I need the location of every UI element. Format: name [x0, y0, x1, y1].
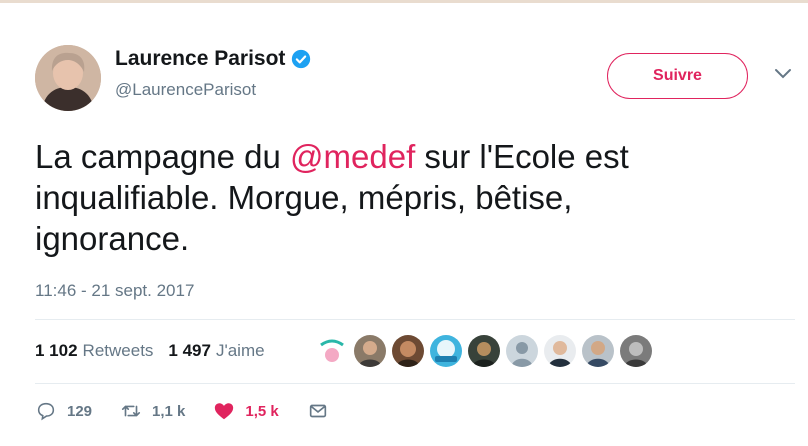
- likes-count[interactable]: 1 497: [168, 341, 211, 361]
- liker-avatar[interactable]: [582, 335, 614, 367]
- liker-avatar[interactable]: [620, 335, 652, 367]
- tweet-actions: 129 1,1 k 1,5 k: [35, 400, 357, 422]
- likes-label[interactable]: J'aime: [216, 341, 265, 361]
- stats-bottom-divider: [35, 383, 795, 384]
- avatar-photo: [35, 45, 101, 111]
- verified-badge-icon: [292, 49, 311, 69]
- liker-avatar[interactable]: [506, 335, 538, 367]
- author-name[interactable]: Laurence Parisot: [115, 47, 285, 71]
- like-count: 1,5 k: [245, 402, 279, 420]
- follow-button[interactable]: Suivre: [607, 53, 748, 99]
- reply-button[interactable]: 129: [35, 400, 92, 422]
- tweet-text: La campagne du @medef sur l'Ecole est in…: [35, 136, 735, 259]
- liker-avatar[interactable]: [468, 335, 500, 367]
- author-name-row: Laurence Parisot: [115, 47, 311, 71]
- avatar[interactable]: [35, 45, 101, 111]
- message-icon: [309, 404, 326, 418]
- like-button[interactable]: 1,5 k: [213, 400, 279, 422]
- liker-avatar[interactable]: [544, 335, 576, 367]
- stats-top-divider: [35, 319, 795, 320]
- retweets-count[interactable]: 1 102: [35, 341, 78, 361]
- retweet-icon: [121, 405, 141, 417]
- reply-count: 129: [67, 402, 93, 420]
- tweet-text-start: La campagne du: [35, 138, 291, 175]
- mention-link[interactable]: @medef: [290, 138, 415, 175]
- retweets-label[interactable]: Retweets: [83, 341, 154, 361]
- liker-avatar[interactable]: [392, 335, 424, 367]
- top-divider: [0, 0, 808, 3]
- chevron-down-icon[interactable]: [774, 68, 792, 80]
- liker-avatar[interactable]: [430, 335, 462, 367]
- direct-message-button[interactable]: [307, 400, 329, 422]
- retweet-button[interactable]: 1,1 k: [120, 400, 185, 422]
- author-handle[interactable]: @LaurenceParisot: [115, 80, 256, 100]
- tweet-timestamp[interactable]: 11:46 - 21 sept. 2017: [35, 281, 194, 301]
- liker-avatar[interactable]: [316, 335, 348, 367]
- liker-avatar[interactable]: [354, 335, 386, 367]
- heart-icon: [215, 403, 234, 420]
- retweet-count: 1,1 k: [152, 402, 186, 420]
- reply-icon: [37, 402, 55, 421]
- engagement-stats: 1 102 Retweets 1 497 J'aime: [35, 341, 280, 361]
- liker-avatars: [316, 335, 658, 367]
